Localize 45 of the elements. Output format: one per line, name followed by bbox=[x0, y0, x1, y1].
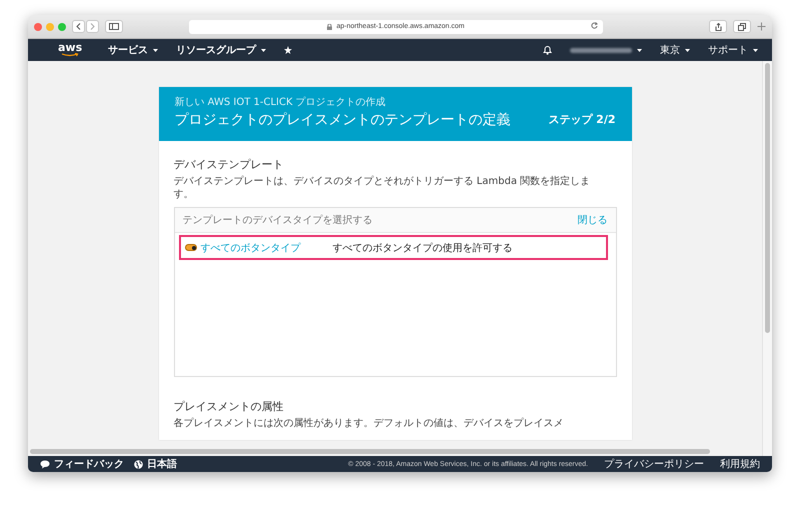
speech-bubble-icon bbox=[40, 460, 50, 468]
step-indicator: ステップ 2/2 bbox=[548, 112, 616, 128]
breadcrumb-text: 新しい AWS IOT 1-CLICK プロジェクトの作成 bbox=[174, 96, 387, 109]
section-heading: プレイスメントの属性 bbox=[174, 399, 284, 414]
plus-icon bbox=[757, 22, 766, 31]
tabs-icon bbox=[738, 22, 746, 30]
sidebar-button[interactable] bbox=[105, 20, 123, 33]
section-heading: デバイステンプレート bbox=[174, 157, 284, 172]
bell-icon bbox=[543, 45, 552, 55]
share-icon bbox=[714, 22, 722, 30]
caret-icon bbox=[685, 48, 690, 52]
feedback-button[interactable]: フィードバック bbox=[40, 457, 124, 471]
option-label: すべてのボタンタイプ bbox=[200, 242, 302, 254]
account-menu[interactable] bbox=[570, 48, 642, 52]
tabs-button[interactable] bbox=[733, 20, 751, 33]
globe-icon bbox=[134, 460, 143, 468]
caret-icon bbox=[637, 48, 642, 52]
chevron-right-icon bbox=[90, 23, 95, 30]
caret-icon bbox=[753, 48, 758, 52]
panel-title: テンプレートのデバイスタイプを選択する bbox=[182, 214, 372, 227]
back-button[interactable] bbox=[72, 20, 85, 33]
lock-icon bbox=[327, 24, 332, 30]
nav-menu[interactable]: 東京 bbox=[660, 43, 690, 57]
nav-menu[interactable]: リソースグループ bbox=[176, 43, 266, 57]
sidebar-icon bbox=[109, 23, 119, 30]
caret-icon bbox=[153, 48, 158, 52]
section-description: デバイステンプレートは、デバイスのタイプとそれがトリガーする Lambda 関数を指定します。 bbox=[174, 175, 592, 201]
footer-link[interactable]: 利用規約 bbox=[720, 457, 760, 471]
reload-icon bbox=[591, 22, 598, 28]
vertical-scrollbar[interactable] bbox=[765, 63, 770, 333]
nav-menu[interactable]: サポート bbox=[708, 43, 758, 57]
section-description: 各プレイスメントには次の属性があります。デフォルトの値は、デバイスをプレイスメ bbox=[174, 417, 564, 430]
language-button[interactable]: 日本語 bbox=[134, 457, 177, 471]
device-type-option[interactable]: すべてのボタンタイプ すべてのボタンタイプの使用を許可する bbox=[178, 235, 608, 260]
horizontal-scrollbar[interactable] bbox=[30, 449, 710, 454]
share-button[interactable] bbox=[709, 20, 727, 33]
toggle-switch[interactable] bbox=[184, 244, 196, 251]
option-description: すべてのボタンタイプの使用を許可する bbox=[332, 242, 512, 254]
caret-icon bbox=[261, 48, 266, 52]
nav-menu[interactable]: サービス bbox=[108, 43, 158, 57]
chevron-left-icon bbox=[76, 23, 81, 30]
pin-icon bbox=[284, 46, 292, 54]
aws-logo[interactable]: aws bbox=[58, 43, 82, 57]
page-title: プロジェクトのプレイスメントのテンプレートの定義 bbox=[174, 111, 512, 129]
footer-link[interactable]: プライバシーポリシー bbox=[604, 457, 704, 471]
